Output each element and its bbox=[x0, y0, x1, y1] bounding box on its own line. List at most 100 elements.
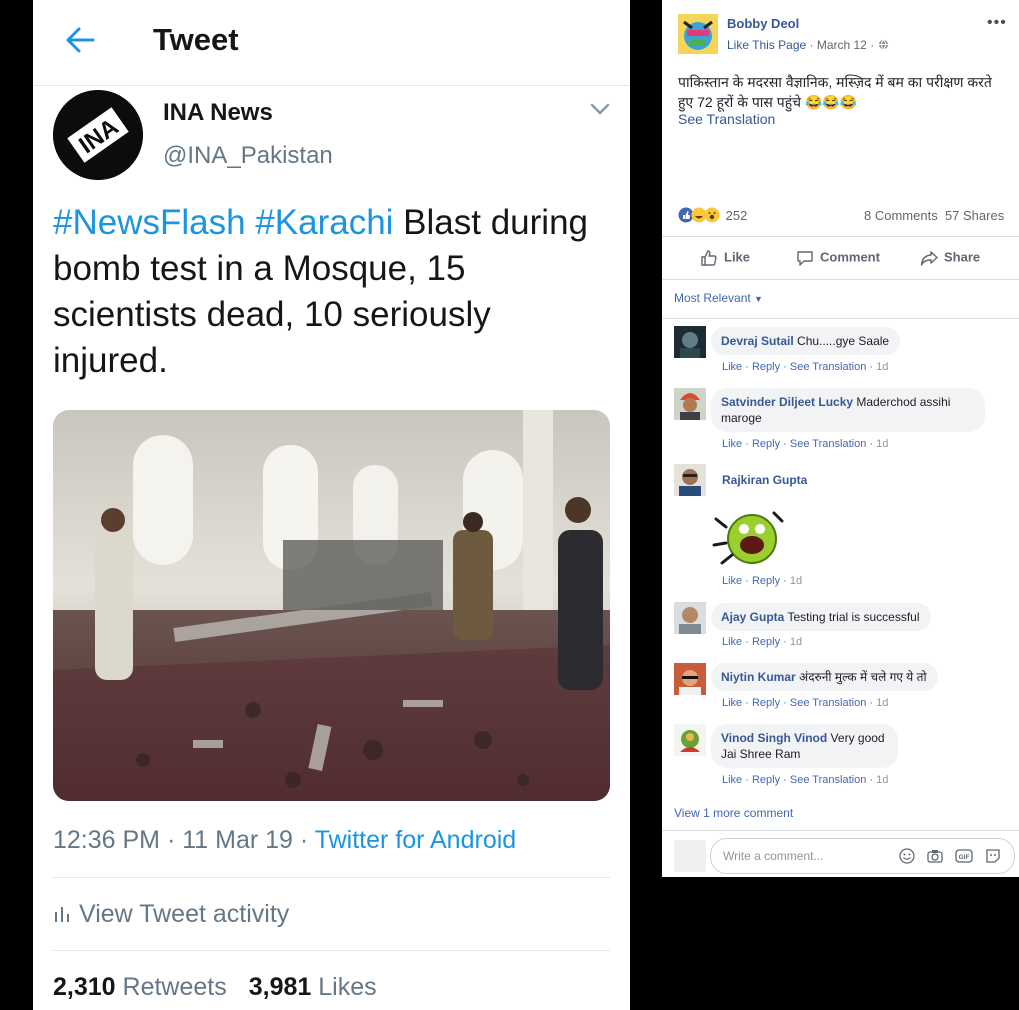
sort-dropdown[interactable]: Most Relevant ▼ bbox=[674, 291, 763, 305]
tweet-source-link[interactable]: Twitter for Android bbox=[315, 826, 516, 854]
commenter-photo bbox=[674, 663, 706, 695]
comment-like-link[interactable]: Like bbox=[722, 361, 742, 373]
chevron-down-icon[interactable] bbox=[589, 102, 611, 116]
comment-text: अंदरुनी मुल्क में चले गए ये तो bbox=[795, 670, 927, 684]
page-name-link[interactable]: Bobby Deol bbox=[727, 16, 799, 31]
tweet-stats: 2,310 Retweets 3,981 Likes bbox=[53, 973, 377, 1002]
divider bbox=[53, 950, 610, 951]
avatar[interactable] bbox=[674, 388, 706, 420]
emoji-icon[interactable] bbox=[899, 848, 915, 864]
see-translation-link[interactable]: See Translation bbox=[678, 111, 775, 127]
comment-translation-link[interactable]: See Translation bbox=[790, 697, 866, 709]
sticker-icon[interactable] bbox=[985, 848, 1001, 864]
comment-reply-link[interactable]: Reply bbox=[752, 774, 780, 786]
comment-time[interactable]: 1d bbox=[876, 438, 888, 450]
comment-like-link[interactable]: Like bbox=[722, 438, 742, 450]
comment-like-link[interactable]: Like bbox=[722, 575, 742, 587]
comment-reply-link[interactable]: Reply bbox=[752, 697, 780, 709]
comment-time[interactable]: 1d bbox=[790, 575, 802, 587]
share-button[interactable]: Share bbox=[920, 249, 980, 267]
write-comment-field[interactable]: Write a comment... GIF bbox=[710, 838, 1015, 874]
commenter-name-link[interactable]: Rajkiran Gupta bbox=[722, 473, 807, 487]
comment-time[interactable]: 1d bbox=[790, 636, 802, 648]
page-avatar[interactable] bbox=[678, 14, 718, 54]
comment-bubble: Vinod Singh Vinod Very good Jai Shree Ra… bbox=[711, 724, 898, 768]
comment-actions: Like · Reply · See Translation · 1d bbox=[722, 361, 889, 373]
avatar bbox=[674, 840, 706, 872]
comment-bubble: Satvinder Diljeet Lucky Maderchod assihi… bbox=[711, 388, 985, 432]
comment-actions: Like · Reply · 1d bbox=[722, 575, 803, 587]
svg-text:GIF: GIF bbox=[959, 854, 970, 861]
comment-bubble: Ajay Gupta Testing trial is successful bbox=[711, 603, 931, 631]
comment-time[interactable]: 1d bbox=[876, 774, 888, 786]
engagement-counts: 8 Comments 57 Shares bbox=[864, 208, 1004, 223]
comments-count-link[interactable]: 8 Comments bbox=[864, 208, 938, 223]
comment-bubble: Devraj Sutail Chu.....gye Saale bbox=[711, 327, 901, 355]
comment-time[interactable]: 1d bbox=[876, 361, 888, 373]
comment-like-link[interactable]: Like bbox=[722, 774, 742, 786]
divider bbox=[662, 830, 1019, 831]
post-date[interactable]: · March 12 · bbox=[806, 38, 877, 52]
back-arrow-icon[interactable] bbox=[65, 26, 95, 54]
view-more-comments-link[interactable]: View 1 more comment bbox=[674, 806, 793, 820]
divider bbox=[662, 318, 1019, 319]
gif-icon[interactable]: GIF bbox=[955, 848, 973, 864]
more-options-icon[interactable]: ••• bbox=[987, 14, 1007, 32]
like-button[interactable]: Like bbox=[700, 249, 750, 267]
comment-bubble: Niytin Kumar अंदरुनी मुल्क में चले गए ये… bbox=[711, 663, 938, 691]
avatar[interactable] bbox=[674, 663, 706, 695]
comment-translation-link[interactable]: See Translation bbox=[790, 361, 866, 373]
tweet-photo[interactable] bbox=[53, 410, 610, 801]
comment-actions: Like · Reply · See Translation · 1d bbox=[722, 438, 889, 450]
comment-actions: Like · Reply · See Translation · 1d bbox=[722, 774, 889, 786]
commenter-name-link[interactable]: Satvinder Diljeet Lucky bbox=[721, 395, 853, 409]
hashtag-link[interactable]: #Karachi bbox=[255, 203, 393, 242]
comment-like-link[interactable]: Like bbox=[722, 636, 742, 648]
reactions-count: 252 bbox=[725, 208, 748, 223]
like-page-link[interactable]: Like This Page bbox=[727, 38, 806, 52]
view-activity-label: View Tweet activity bbox=[79, 900, 290, 928]
commenter-name-link[interactable]: Devraj Sutail bbox=[721, 334, 794, 348]
avatar[interactable] bbox=[674, 724, 706, 756]
commenter-photo bbox=[674, 602, 706, 634]
comment-translation-link[interactable]: See Translation bbox=[790, 438, 866, 450]
view-activity-link[interactable]: View Tweet activity bbox=[53, 900, 289, 929]
comment-button[interactable]: Comment bbox=[796, 249, 880, 267]
caret-down-icon: ▼ bbox=[754, 294, 763, 304]
comment-reply-link[interactable]: Reply bbox=[752, 361, 780, 373]
commenter-photo bbox=[674, 388, 706, 420]
user-name[interactable]: INA News bbox=[163, 99, 273, 127]
avatar[interactable] bbox=[674, 464, 706, 496]
commenter-name-link[interactable]: Ajay Gupta bbox=[721, 610, 784, 624]
comment-translation-link[interactable]: See Translation bbox=[790, 774, 866, 786]
avatar[interactable] bbox=[674, 326, 706, 358]
thumbs-up-icon bbox=[701, 250, 717, 266]
post-text: पाकिस्तान के मदरसा वैज्ञानिक, मस्ज़िद मे… bbox=[678, 74, 992, 110]
comment-actions: Like · Reply · 1d bbox=[722, 636, 803, 648]
commenter-name-link[interactable]: Vinod Singh Vinod bbox=[721, 731, 827, 745]
comment-reply-link[interactable]: Reply bbox=[752, 636, 780, 648]
avatar[interactable] bbox=[674, 602, 706, 634]
camera-icon[interactable] bbox=[927, 848, 943, 864]
comment-reply-link[interactable]: Reply bbox=[752, 438, 780, 450]
commenter-name-link[interactable]: Niytin Kumar bbox=[721, 670, 796, 684]
avatar[interactable]: INA bbox=[53, 90, 143, 180]
comment-icon bbox=[797, 251, 813, 266]
reactions-summary[interactable]: 252 bbox=[678, 207, 747, 223]
likes-stat[interactable]: 3,981 Likes bbox=[249, 973, 377, 1001]
facebook-panel: Bobby Deol Like This Page · March 12 · •… bbox=[662, 0, 1019, 1010]
comment-actions: Like · Reply · See Translation · 1d bbox=[722, 697, 889, 709]
comment-time[interactable]: 1d bbox=[876, 697, 888, 709]
tweet-panel: Tweet INA INA News @INA_Pakistan #NewsFl… bbox=[33, 0, 630, 1010]
retweets-stat[interactable]: 2,310 Retweets bbox=[53, 973, 227, 1001]
shares-count-link[interactable]: 57 Shares bbox=[945, 208, 1004, 223]
comment-placeholder: Write a comment... bbox=[723, 849, 824, 863]
comment-like-link[interactable]: Like bbox=[722, 697, 742, 709]
reaction-icons bbox=[678, 207, 720, 223]
comment-reply-link[interactable]: Reply bbox=[752, 575, 780, 587]
hashtag-link[interactable]: #NewsFlash bbox=[53, 203, 246, 242]
globe-icon bbox=[878, 39, 888, 50]
user-handle[interactable]: @INA_Pakistan bbox=[163, 142, 333, 170]
bar-chart-icon bbox=[55, 907, 69, 922]
commenter-photo bbox=[674, 464, 706, 496]
